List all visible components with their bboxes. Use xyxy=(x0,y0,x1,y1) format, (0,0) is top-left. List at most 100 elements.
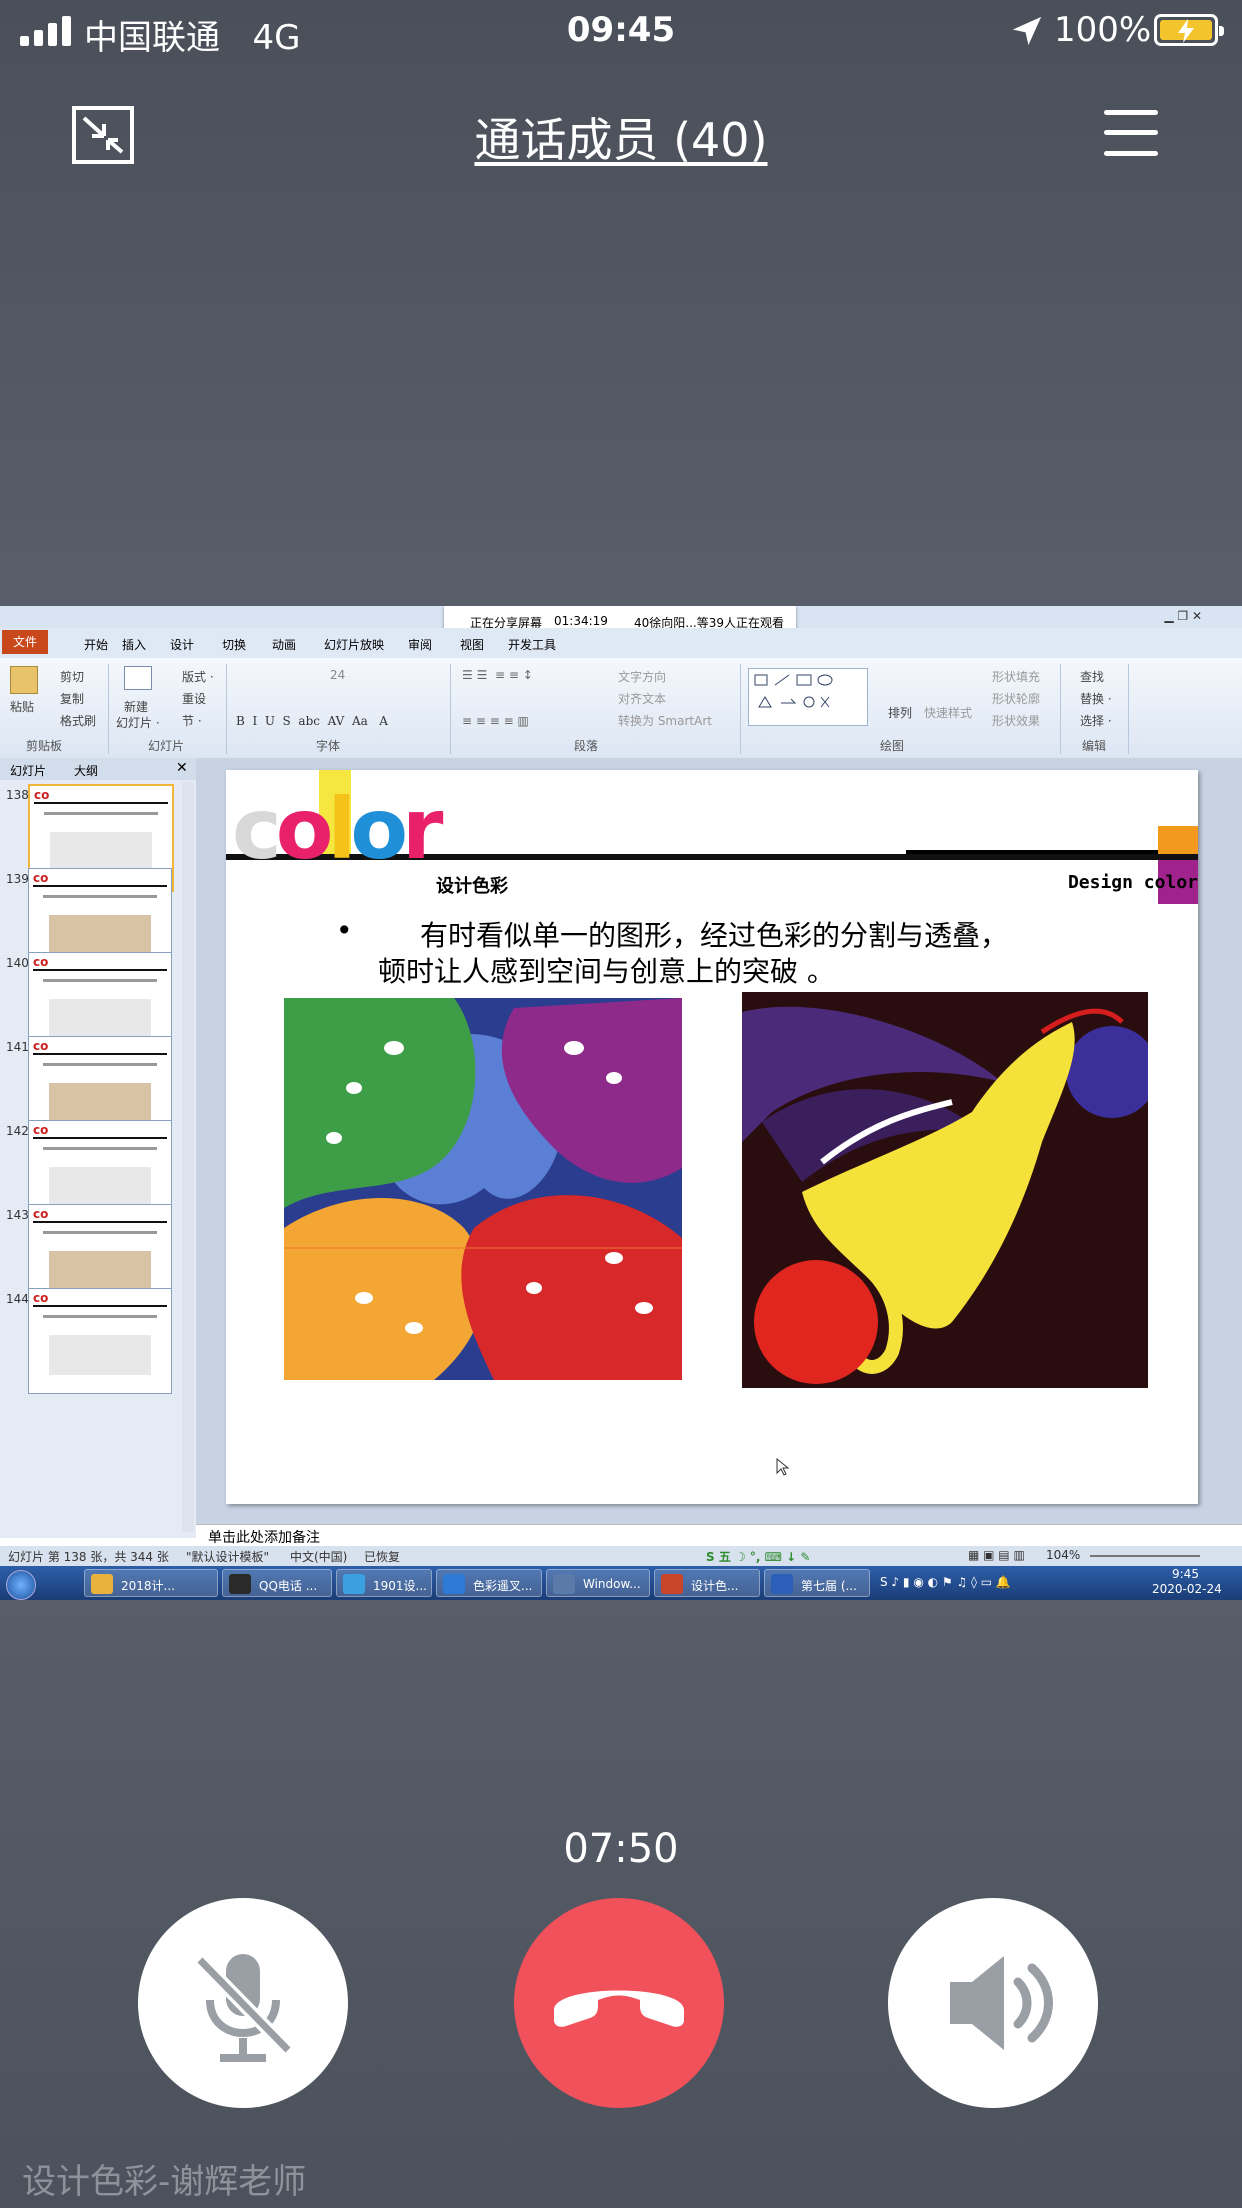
slide-thumbnail-panel: 幻灯片 大纲 ✕ 138 co 139 co 140 co 141 co 142 co 143 co 1… xyxy=(0,758,197,1538)
taskbar-item-label: Window... xyxy=(583,1577,641,1591)
section-button[interactable]: 节 · xyxy=(182,712,202,729)
ribbon-tabs: 开始 插入 设计 切换 动画 幻灯片放映 审阅 视图 开发工具 xyxy=(0,628,1242,658)
tab-animations[interactable]: 动画 xyxy=(272,636,296,653)
new-slide-button[interactable]: 新建 xyxy=(124,698,148,715)
format-painter-button[interactable]: 格式刷 xyxy=(60,712,96,729)
recovered-status: 已恢复 xyxy=(364,1550,401,1564)
tab-developer[interactable]: 开发工具 xyxy=(508,636,556,653)
tab-transitions[interactable]: 切换 xyxy=(222,636,246,653)
tab-slideshow[interactable]: 幻灯片放映 xyxy=(324,636,384,653)
align-buttons[interactable]: ≡ ≡ ≡ ≡ ▥ xyxy=(462,714,529,728)
list-buttons[interactable]: ☰ ☰ ≡ ≡ ↕ xyxy=(462,668,533,682)
current-slide[interactable]: color 设计色彩 Design color • 有时看似单一的图形，经过色彩… xyxy=(226,770,1198,1504)
tab-view[interactable]: 视图 xyxy=(460,636,484,653)
taskbar-item[interactable]: 设计色... xyxy=(654,1569,760,1597)
reset-button[interactable]: 重设 xyxy=(182,690,206,707)
menu-icon[interactable] xyxy=(1104,108,1158,158)
taskbar-item[interactable]: Window... xyxy=(546,1569,650,1597)
smartart-button[interactable]: 转换为 SmartArt xyxy=(618,712,712,729)
taskbar-item-label: 设计色... xyxy=(691,1579,739,1593)
notes-placeholder[interactable]: 单击此处添加备注 xyxy=(208,1527,320,1547)
taskbar-item[interactable]: 第七届 (... xyxy=(764,1569,870,1597)
ime-icon[interactable]: S 五 ☽ °, ⌨ ↓ ✎ xyxy=(706,1548,810,1565)
shape-fill-button[interactable]: 形状填充 xyxy=(992,668,1040,685)
tab-home[interactable]: 开始 xyxy=(84,636,108,653)
taskbar-app-icon xyxy=(661,1574,683,1594)
start-button-icon[interactable] xyxy=(6,1570,36,1600)
quick-styles-button[interactable]: 快速样式 xyxy=(924,704,972,721)
slide-subtitle: 设计色彩 xyxy=(436,876,508,897)
tab-insert[interactable]: 插入 xyxy=(122,636,146,653)
taskbar-item-label: 2018计... xyxy=(121,1579,175,1593)
copy-button[interactable]: 复制 xyxy=(60,690,84,707)
layout-button[interactable]: 版式 · xyxy=(182,668,214,685)
window-controls[interactable]: ▁ ❐ ✕ xyxy=(1164,609,1202,623)
taskbar-item[interactable]: 2018计... xyxy=(84,1569,218,1597)
zoom-slider[interactable] xyxy=(1090,1555,1200,1557)
hang-up-phone-icon xyxy=(554,1990,684,2027)
room-caption: 设计色彩-谢辉老师 xyxy=(22,2162,307,2202)
hang-up-button[interactable] xyxy=(514,1898,724,2108)
mute-button[interactable] xyxy=(138,1898,348,2108)
tab-file[interactable]: 文件 xyxy=(2,630,48,654)
location-arrow-icon xyxy=(1012,16,1042,46)
thumbnail-number: 140 xyxy=(6,956,29,970)
slide-bullet-line1: 有时看似单一的图形，经过色彩的分割与透叠， xyxy=(420,919,1009,952)
font-format-buttons[interactable]: B I U S abc AV Aa A xyxy=(236,714,388,728)
new-slide-icon[interactable] xyxy=(124,666,152,690)
slide-count: 幻灯片 第 138 张，共 344 张 xyxy=(8,1550,169,1564)
language: 中文(中国) xyxy=(290,1550,348,1564)
thumbnail-number: 143 xyxy=(6,1208,29,1222)
shape-outline-button[interactable]: 形状轮廓 xyxy=(992,690,1040,707)
taskbar-item-label: 1901设... xyxy=(373,1579,427,1593)
find-button[interactable]: 查找 xyxy=(1080,668,1104,685)
ribbon: 粘贴 剪切 复制 格式刷 剪贴板 新建 幻灯片 · 版式 · 重设 节 · 幻灯… xyxy=(0,658,1242,759)
hands-artwork-image xyxy=(284,998,682,1380)
thumbnail-number: 142 xyxy=(6,1124,29,1138)
close-icon[interactable]: ✕ xyxy=(176,760,188,776)
taskbar-item[interactable]: 1901设... xyxy=(336,1569,432,1597)
tab-design[interactable]: 设计 xyxy=(170,636,194,653)
rooster-artwork-image xyxy=(742,992,1148,1388)
replace-button[interactable]: 替换 · xyxy=(1080,690,1112,707)
shape-effects-button[interactable]: 形状效果 xyxy=(992,712,1040,729)
cut-button[interactable]: 剪切 xyxy=(60,668,84,685)
panel-tab-outline[interactable]: 大纲 xyxy=(74,762,98,779)
taskbar-item[interactable]: QQ电话 ... xyxy=(222,1569,332,1597)
arrange-button[interactable]: 排列 xyxy=(888,704,912,721)
taskbar-item-label: 第七届 (... xyxy=(801,1579,857,1593)
tray-icons[interactable]: S ♪ ▮ ◉ ◐ ⚑ ♫ ◊ ▭ 🔔 xyxy=(880,1575,1011,1589)
paste-button[interactable]: 粘贴 xyxy=(10,698,34,715)
group-drawing: 绘图 xyxy=(880,739,905,753)
taskbar-item-label: QQ电话 ... xyxy=(259,1579,318,1593)
text-direction-button[interactable]: 文字方向 xyxy=(618,668,666,685)
view-buttons[interactable]: ▦ ▣ ▤ ▥ xyxy=(968,1548,1025,1562)
paste-icon[interactable] xyxy=(10,666,38,694)
taskbar-app-icon xyxy=(343,1574,365,1594)
tab-review[interactable]: 审阅 xyxy=(408,636,432,653)
align-text-button[interactable]: 对齐文本 xyxy=(618,690,666,707)
panel-tab-slides[interactable]: 幻灯片 xyxy=(10,762,46,779)
group-clipboard: 剪贴板 xyxy=(26,739,63,753)
group-paragraph: 段落 xyxy=(574,739,599,753)
taskbar-app-icon xyxy=(91,1574,113,1594)
font-size-box[interactable]: 24 xyxy=(330,668,345,682)
speaker-button[interactable] xyxy=(888,1898,1098,2108)
taskbar-item-label: 色彩遥叉... xyxy=(473,1579,533,1593)
taskbar-item[interactable]: 色彩遥叉... xyxy=(436,1569,542,1597)
thumb-scrollbar[interactable] xyxy=(182,782,194,1532)
slide-brand: Design color xyxy=(1067,872,1198,893)
battery-charging-icon xyxy=(1154,14,1224,46)
theme-name: "默认设计模板" xyxy=(186,1550,270,1564)
battery-percent: 100% xyxy=(1054,10,1152,50)
mic-off-icon xyxy=(194,1954,294,2062)
new-slide-button-2[interactable]: 幻灯片 · xyxy=(116,714,160,731)
select-button[interactable]: 选择 · xyxy=(1080,712,1112,729)
group-editing: 编辑 xyxy=(1082,739,1107,753)
shapes-gallery[interactable] xyxy=(748,668,868,726)
mouse-cursor-icon xyxy=(776,1458,790,1476)
call-members-title[interactable]: 通话成员 (40) xyxy=(0,104,1242,170)
call-duration: 07:50 xyxy=(563,1826,679,1872)
status-bar: 中国联通 4G 09:45 100% xyxy=(0,0,1242,62)
slide-thumbnail[interactable]: co xyxy=(28,1288,172,1394)
